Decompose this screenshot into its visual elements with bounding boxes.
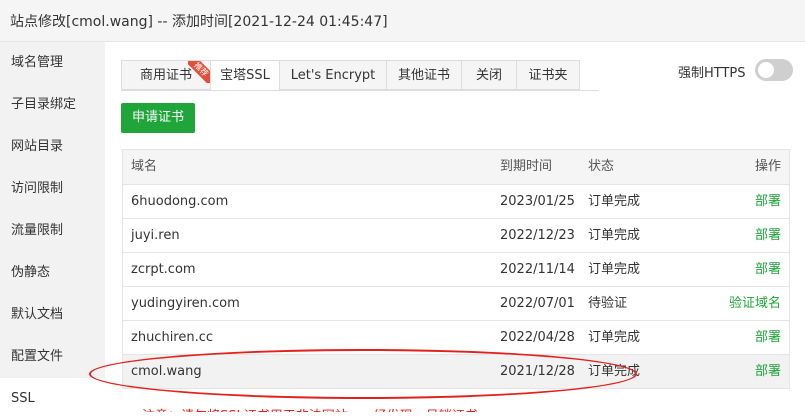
header-status: 状态 <box>588 159 615 174</box>
sidebar: 域名管理 子目录绑定 网站目录 访问限制 流量限制 伪静态 默认文档 配置文件 … <box>0 42 105 420</box>
tab-label: 宝塔SSL <box>220 68 270 83</box>
apply-cert-button[interactable]: 申请证书 <box>121 103 195 133</box>
verify-domain-link[interactable]: 验证域名 <box>729 296 781 311</box>
tab-label: 商用证书 <box>139 68 192 83</box>
cell-action: 部署 <box>698 321 789 354</box>
cell-domain: zhuchiren.cc <box>131 330 214 345</box>
force-https-toggle[interactable] <box>755 59 793 81</box>
sidebar-item-access-limit[interactable]: 访问限制 <box>0 168 105 210</box>
table-row: zcrpt.com 2022/11/14 订单完成 部署 <box>123 252 789 286</box>
recommend-badge: 推荐 <box>188 61 210 83</box>
cell-action: 部署 <box>698 355 789 388</box>
header-domain: 域名 <box>131 159 158 174</box>
sidebar-item-rewrite[interactable]: 伪静态 <box>0 252 105 294</box>
cell-action: 部署 <box>698 253 789 286</box>
cell-expire: 2023/01/25 <box>500 194 575 209</box>
cell-expire: 2022/04/28 <box>500 330 575 345</box>
tab-bt-ssl[interactable]: 宝塔SSL <box>210 60 280 90</box>
cell-status: 订单完成 <box>588 262 641 277</box>
deploy-link[interactable]: 部署 <box>755 364 781 379</box>
deploy-link[interactable]: 部署 <box>755 262 781 277</box>
cell-action: 部署 <box>698 185 789 218</box>
sidebar-item-subdir[interactable]: 子目录绑定 <box>0 84 105 126</box>
sidebar-item-ssl[interactable]: SSL <box>0 378 105 420</box>
ssl-tabs: 商用证书 推荐 宝塔SSL Let's Encrypt 其他证书 关闭 证书夹 <box>121 60 580 91</box>
cell-status: 订单完成 <box>588 228 641 243</box>
table-row: yudingyiren.com 2022/07/01 待验证 验证域名 <box>123 286 789 320</box>
table-row: cmol.wang 2021/12/28 订单完成 部署 <box>123 354 789 388</box>
sidebar-item-domain[interactable]: 域名管理 <box>0 42 105 84</box>
cell-expire: 2022/12/23 <box>500 228 575 243</box>
cell-status: 订单完成 <box>588 194 641 209</box>
window-titlebar: 站点修改[cmol.wang] -- 添加时间[2021-12-24 01:45… <box>0 0 805 42</box>
sidebar-item-site-dir[interactable]: 网站目录 <box>0 126 105 168</box>
tab-other-cert[interactable]: 其他证书 <box>386 60 462 90</box>
tab-label: 其他证书 <box>397 68 450 83</box>
cell-action: 验证域名 <box>698 287 789 320</box>
tabs-divider <box>121 90 599 91</box>
cell-status: 订单完成 <box>588 330 641 345</box>
window-title: 站点修改[cmol.wang] -- 添加时间[2021-12-24 01:45… <box>10 13 388 30</box>
sidebar-item-default-doc[interactable]: 默认文档 <box>0 294 105 336</box>
cell-expire: 2022/07/01 <box>500 296 575 311</box>
cell-domain: cmol.wang <box>131 364 202 379</box>
table-header: 域名 到期时间 状态 操作 <box>123 150 789 184</box>
table-row: zhuchiren.cc 2022/04/28 订单完成 部署 <box>123 320 789 354</box>
cell-status: 订单完成 <box>588 364 641 379</box>
ssl-panel: 商用证书 推荐 宝塔SSL Let's Encrypt 其他证书 关闭 证书夹 … <box>89 42 805 412</box>
force-https-label: 强制HTTPS <box>678 66 746 81</box>
toggle-knob <box>758 62 774 78</box>
header-expire: 到期时间 <box>500 159 553 174</box>
warning-note: 注意：请勿将SSL证书用于非法网站，一经发现，吊销证书 <box>142 404 478 412</box>
tab-label: 证书夹 <box>528 68 568 83</box>
cell-action: 部署 <box>698 219 789 252</box>
cell-expire: 2022/11/14 <box>500 262 575 277</box>
table-row: 6huodong.com 2023/01/25 订单完成 部署 <box>123 184 789 218</box>
recommend-ribbon: 推荐 <box>188 61 210 83</box>
tab-cert-folder[interactable]: 证书夹 <box>516 60 580 90</box>
tab-label: Let's Encrypt <box>290 68 376 83</box>
cell-domain: zcrpt.com <box>131 262 196 277</box>
tab-commercial-cert[interactable]: 商用证书 推荐 <box>121 60 211 90</box>
deploy-link[interactable]: 部署 <box>755 330 781 345</box>
sidebar-item-traffic-limit[interactable]: 流量限制 <box>0 210 105 252</box>
deploy-link[interactable]: 部署 <box>755 194 781 209</box>
cell-domain: 6huodong.com <box>131 194 229 209</box>
cell-domain: juyi.ren <box>131 228 180 243</box>
cell-expire: 2021/12/28 <box>500 364 575 379</box>
header-action: 操作 <box>754 159 781 174</box>
cell-domain: yudingyiren.com <box>131 296 240 311</box>
cert-table: 域名 到期时间 状态 操作 6huodong.com 2023/01/25 订单… <box>122 149 790 389</box>
tab-label: 关闭 <box>475 68 502 83</box>
sidebar-item-config[interactable]: 配置文件 <box>0 336 105 378</box>
tab-lets-encrypt[interactable]: Let's Encrypt <box>279 60 387 90</box>
table-row: juyi.ren 2022/12/23 订单完成 部署 <box>123 218 789 252</box>
cell-status: 待验证 <box>588 296 628 311</box>
tab-close[interactable]: 关闭 <box>461 60 517 90</box>
deploy-link[interactable]: 部署 <box>755 228 781 243</box>
